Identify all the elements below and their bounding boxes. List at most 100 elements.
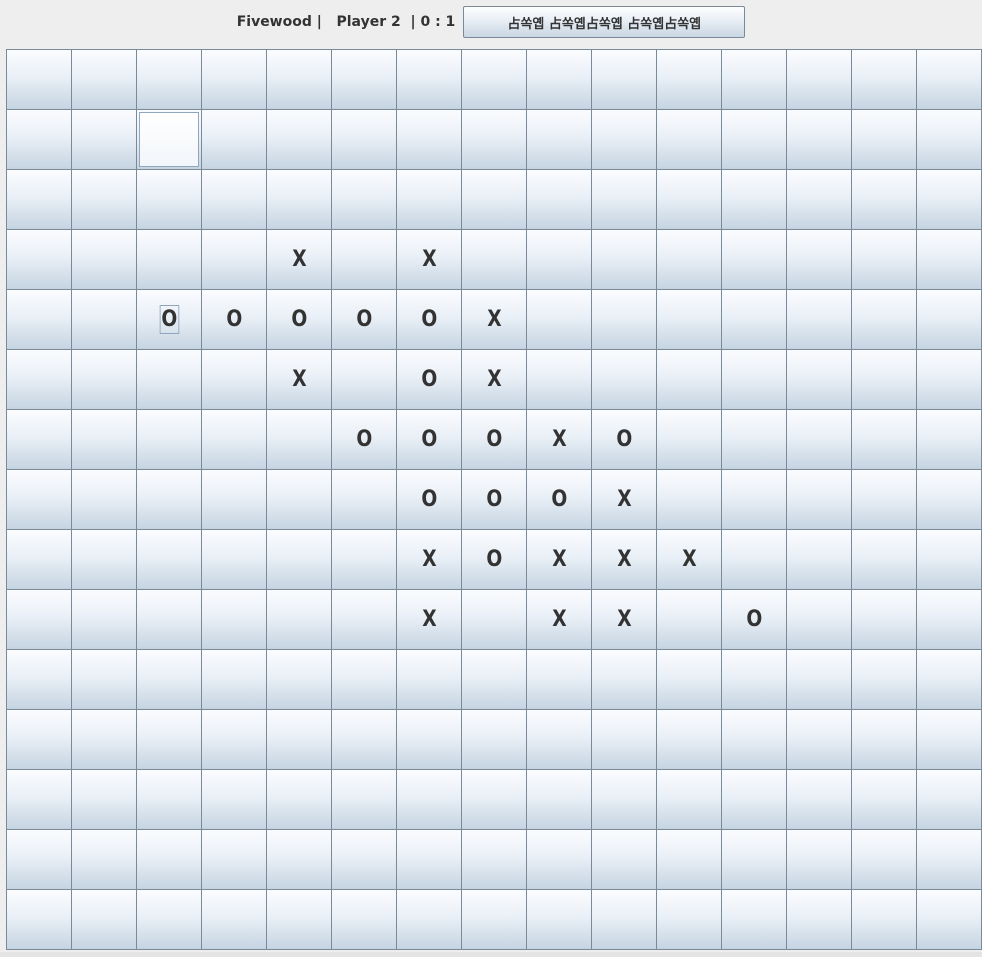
board-cell[interactable]: X	[461, 349, 527, 410]
board-cell[interactable]	[916, 529, 982, 590]
board-cell[interactable]	[461, 709, 527, 770]
board-cell[interactable]	[461, 649, 527, 710]
board-cell[interactable]	[851, 829, 917, 890]
board-cell[interactable]	[71, 649, 137, 710]
board-cell[interactable]	[266, 469, 332, 530]
board-cell[interactable]	[526, 889, 592, 950]
board-cell[interactable]	[266, 829, 332, 890]
board-cell[interactable]: X	[266, 229, 332, 290]
board-cell[interactable]	[656, 289, 722, 350]
board-cell[interactable]	[526, 709, 592, 770]
board-cell[interactable]: X	[591, 469, 657, 530]
board-cell[interactable]	[6, 889, 72, 950]
board-cell[interactable]	[136, 169, 202, 230]
board-cell[interactable]	[266, 649, 332, 710]
board-cell[interactable]	[201, 829, 267, 890]
board-cell[interactable]	[851, 469, 917, 530]
board-cell[interactable]	[201, 469, 267, 530]
board-cell[interactable]	[266, 49, 332, 110]
board-cell[interactable]	[526, 289, 592, 350]
board-cell[interactable]	[721, 769, 787, 830]
board-cell[interactable]: X	[266, 349, 332, 410]
board-cell[interactable]	[526, 49, 592, 110]
board-cell[interactable]: X	[526, 589, 592, 650]
board-cell[interactable]	[591, 649, 657, 710]
board-cell[interactable]	[786, 709, 852, 770]
board-cell[interactable]	[786, 409, 852, 470]
board-cell[interactable]	[266, 409, 332, 470]
board-cell[interactable]	[201, 49, 267, 110]
board-cell[interactable]	[331, 469, 397, 530]
board-cell[interactable]	[71, 709, 137, 770]
board-cell[interactable]	[201, 709, 267, 770]
board-cell[interactable]	[201, 409, 267, 470]
board-cell[interactable]	[656, 229, 722, 290]
board-cell[interactable]	[591, 49, 657, 110]
board-cell[interactable]	[786, 589, 852, 650]
board-cell[interactable]	[331, 889, 397, 950]
board-cell[interactable]	[721, 229, 787, 290]
board-cell[interactable]	[266, 709, 332, 770]
board-cell[interactable]	[591, 709, 657, 770]
board-cell[interactable]: O	[136, 289, 202, 350]
board-cell[interactable]	[526, 349, 592, 410]
board-cell[interactable]	[916, 409, 982, 470]
board-cell[interactable]	[136, 469, 202, 530]
board-cell[interactable]	[136, 889, 202, 950]
board-cell[interactable]	[396, 829, 462, 890]
board-cell[interactable]	[71, 349, 137, 410]
board-cell[interactable]	[136, 109, 202, 170]
board-cell[interactable]	[136, 229, 202, 290]
board-cell[interactable]	[71, 589, 137, 650]
board-cell[interactable]	[721, 409, 787, 470]
board-cell[interactable]	[916, 589, 982, 650]
board-cell[interactable]	[201, 589, 267, 650]
board-cell[interactable]	[266, 169, 332, 230]
board-cell[interactable]	[201, 889, 267, 950]
board-cell[interactable]	[71, 169, 137, 230]
board-cell[interactable]	[591, 289, 657, 350]
board-cell[interactable]	[656, 109, 722, 170]
board-cell[interactable]	[916, 229, 982, 290]
board-cell[interactable]	[656, 649, 722, 710]
board-cell[interactable]	[331, 229, 397, 290]
board-cell[interactable]: X	[526, 409, 592, 470]
board-cell[interactable]	[786, 769, 852, 830]
board-cell[interactable]	[331, 589, 397, 650]
board-cell[interactable]	[786, 889, 852, 950]
board-cell[interactable]: O	[396, 349, 462, 410]
board-cell[interactable]	[201, 229, 267, 290]
board-cell[interactable]	[851, 169, 917, 230]
board-cell[interactable]	[331, 649, 397, 710]
board-cell[interactable]	[916, 49, 982, 110]
board-cell[interactable]	[461, 169, 527, 230]
board-cell[interactable]	[136, 649, 202, 710]
board-cell[interactable]: O	[526, 469, 592, 530]
board-cell[interactable]	[461, 109, 527, 170]
board-cell[interactable]	[331, 529, 397, 590]
board-cell[interactable]	[461, 889, 527, 950]
board-cell[interactable]	[526, 169, 592, 230]
board-cell[interactable]	[266, 889, 332, 950]
board-cell[interactable]	[916, 169, 982, 230]
board-cell[interactable]	[786, 829, 852, 890]
board-cell[interactable]: O	[721, 589, 787, 650]
board-cell[interactable]	[916, 109, 982, 170]
board-cell[interactable]	[721, 889, 787, 950]
board-cell[interactable]	[331, 769, 397, 830]
board-cell[interactable]	[656, 169, 722, 230]
board-cell[interactable]	[6, 769, 72, 830]
board-cell[interactable]	[136, 529, 202, 590]
board-cell[interactable]: O	[331, 289, 397, 350]
board-cell[interactable]	[331, 169, 397, 230]
board-cell[interactable]	[6, 649, 72, 710]
board-cell[interactable]	[851, 229, 917, 290]
board-cell[interactable]	[331, 109, 397, 170]
board-cell[interactable]: X	[656, 529, 722, 590]
board-cell[interactable]	[721, 709, 787, 770]
board-cell[interactable]: O	[266, 289, 332, 350]
board-cell[interactable]	[71, 409, 137, 470]
board-cell[interactable]	[396, 109, 462, 170]
board-cell[interactable]	[591, 829, 657, 890]
board-cell[interactable]	[396, 709, 462, 770]
